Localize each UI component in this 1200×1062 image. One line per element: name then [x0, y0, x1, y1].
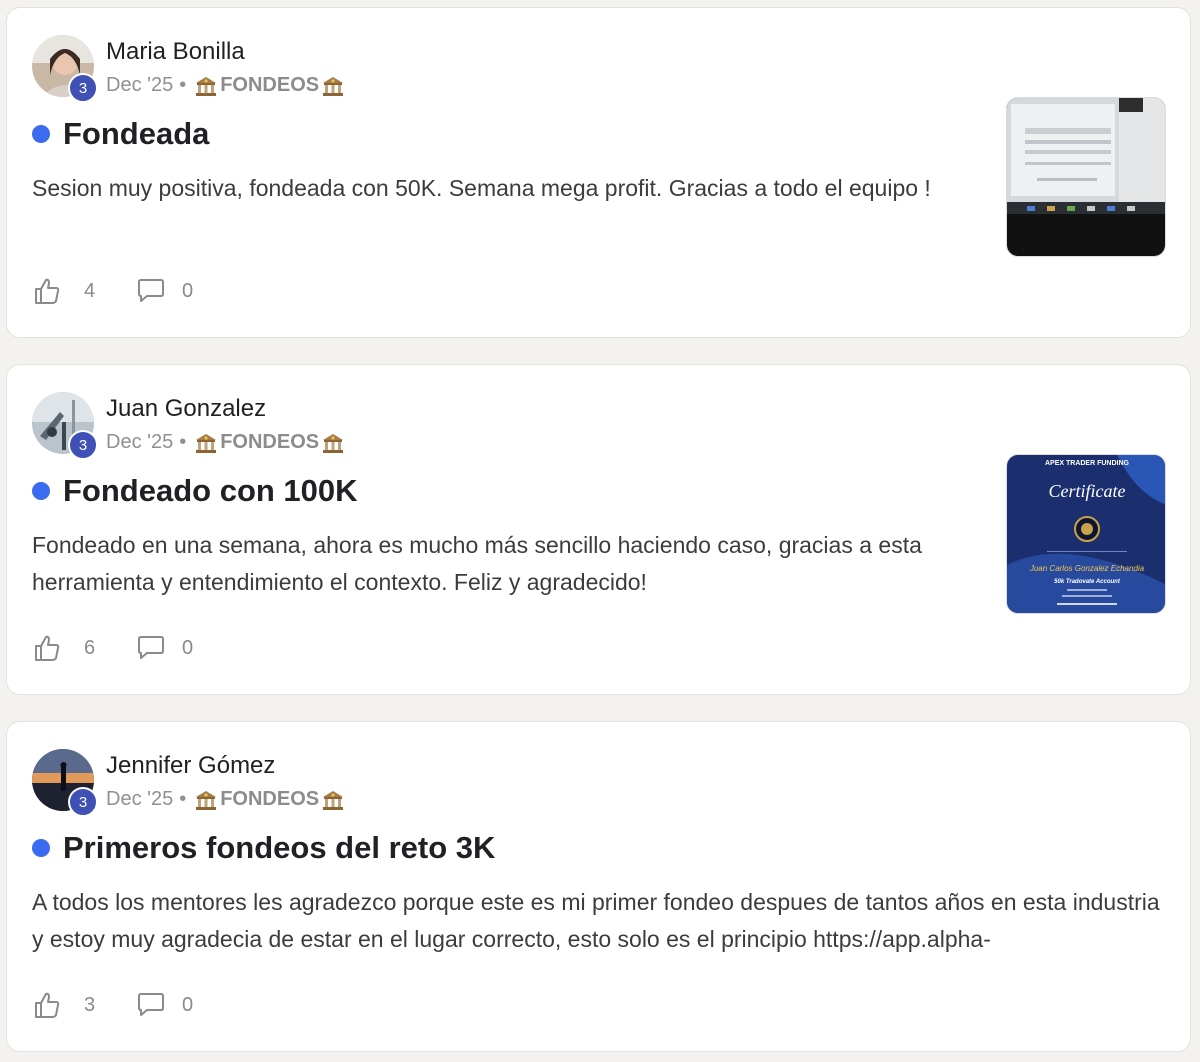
- comment-bubble-icon[interactable]: [136, 276, 166, 306]
- level-badge: 3: [68, 787, 98, 817]
- meta-separator: •: [179, 431, 187, 453]
- post-meta: Dec '25 • FONDEOS: [106, 431, 347, 454]
- post-card[interactable]: 3 Juan Gonzalez Dec '25 • FONDEOS Fondea…: [6, 364, 1191, 695]
- post-date: Dec '25: [106, 74, 174, 96]
- post-body[interactable]: Sesion muy positiva, fondeada con 50K. S…: [32, 170, 982, 207]
- post-title-row[interactable]: Primeros fondeos del reto 3K: [32, 830, 495, 866]
- post-card[interactable]: 3 Maria Bonilla Dec '25 • FONDEOS Fondea…: [6, 7, 1191, 338]
- post-meta: Dec '25 • FONDEOS: [106, 788, 347, 811]
- unread-dot-icon: [32, 482, 50, 500]
- author-avatar[interactable]: 3: [32, 749, 98, 817]
- bank-icon: [323, 76, 344, 96]
- like-count: 3: [84, 993, 96, 1016]
- post-meta: Dec '25 • FONDEOS: [106, 74, 347, 97]
- post-category[interactable]: FONDEOS: [220, 788, 319, 811]
- post-body[interactable]: A todos los mentores les agradezco porqu…: [32, 884, 1172, 958]
- level-badge: 3: [68, 430, 98, 460]
- post-actions: 4 0: [32, 276, 193, 306]
- bank-icon: [196, 76, 217, 96]
- comment-count: 0: [182, 993, 194, 1016]
- level-badge: 3: [68, 73, 98, 103]
- author-name[interactable]: Juan Gonzalez: [106, 395, 266, 423]
- post-title-row[interactable]: Fondeado con 100K: [32, 473, 358, 509]
- like-count: 4: [84, 279, 96, 302]
- author-name[interactable]: Maria Bonilla: [106, 38, 245, 66]
- bank-icon: [323, 433, 344, 453]
- post-thumbnail[interactable]: APEX TRADER FUNDING Certificate Juan Car…: [1006, 454, 1166, 614]
- bank-icon: [323, 790, 344, 810]
- post-actions: 6 0: [32, 633, 193, 663]
- comment-count: 0: [182, 279, 194, 302]
- post-date: Dec '25: [106, 431, 174, 453]
- thumbs-up-icon[interactable]: [32, 276, 62, 306]
- post-category[interactable]: FONDEOS: [220, 431, 319, 454]
- certificate-heading: Certificate: [1049, 481, 1126, 501]
- bank-icon: [196, 433, 217, 453]
- post-thumbnail[interactable]: [1006, 97, 1166, 257]
- post-date: Dec '25: [106, 788, 174, 810]
- like-count: 6: [84, 636, 96, 659]
- post-card[interactable]: 3 Jennifer Gómez Dec '25 • FONDEOS Prime…: [6, 721, 1191, 1052]
- post-actions: 3 0: [32, 990, 193, 1020]
- certificate-name: Juan Carlos Gonzalez Echandia: [1029, 564, 1145, 573]
- post-body-text: A todos los mentores les agradezco porqu…: [32, 889, 1160, 952]
- post-category[interactable]: FONDEOS: [220, 74, 319, 97]
- post-title[interactable]: Fondeado con 100K: [63, 473, 358, 509]
- bank-icon: [196, 790, 217, 810]
- author-name[interactable]: Jennifer Gómez: [106, 752, 275, 780]
- thumbs-up-icon[interactable]: [32, 990, 62, 1020]
- author-avatar[interactable]: 3: [32, 392, 98, 460]
- meta-separator: •: [179, 788, 187, 810]
- certificate-thumbnail-image: APEX TRADER FUNDING Certificate Juan Car…: [1007, 455, 1165, 613]
- post-title[interactable]: Fondeada: [63, 116, 209, 152]
- certificate-account: 50k Tradovate Account: [1054, 579, 1121, 585]
- post-body[interactable]: Fondeado en una semana, ahora es mucho m…: [32, 527, 982, 601]
- unread-dot-icon: [32, 125, 50, 143]
- post-title-row[interactable]: Fondeada: [32, 116, 209, 152]
- unread-dot-icon: [32, 839, 50, 857]
- certificate-brand: APEX TRADER FUNDING: [1045, 460, 1130, 467]
- comment-bubble-icon[interactable]: [136, 990, 166, 1020]
- comment-bubble-icon[interactable]: [136, 633, 166, 663]
- comment-count: 0: [182, 636, 194, 659]
- screenshot-thumbnail-image: [1007, 98, 1165, 256]
- author-avatar[interactable]: 3: [32, 35, 98, 103]
- thumbs-up-icon[interactable]: [32, 633, 62, 663]
- meta-separator: •: [179, 74, 187, 96]
- post-title[interactable]: Primeros fondeos del reto 3K: [63, 830, 495, 866]
